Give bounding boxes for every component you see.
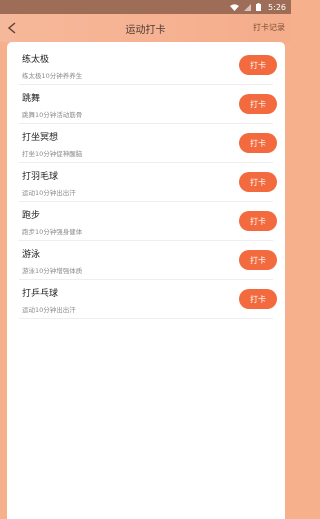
item-title: 打羽毛球 [22,172,59,182]
item-title: 跑步 [22,211,41,221]
checkin-button[interactable]: 打卡 [239,94,277,114]
checkin-button[interactable]: 打卡 [239,133,277,153]
status-icons: 5:26 [230,3,286,12]
item-title: 跳舞 [22,94,41,104]
status-time: 5:26 [268,2,286,12]
item-description: 运动10分钟出出汗 [22,189,76,197]
exercise-list-card: 练太极 练太极10分钟养养生 打卡 跳舞 跳舞10分钟活动筋骨 打卡 打坐冥想 … [7,42,285,519]
battery-icon [256,3,262,11]
chevron-left-icon [7,22,16,34]
list-item-swimming: 游泳 游泳10分钟增强体质 打卡 [7,241,285,280]
checkin-record-link[interactable]: 打卡记录 [253,22,285,33]
item-description: 打坐10分钟促神醒脑 [22,150,83,158]
list-item-taichi: 练太极 练太极10分钟养养生 打卡 [7,46,285,85]
item-description: 游泳10分钟增强体质 [22,267,83,275]
list-item-running: 跑步 跑步10分钟强身健体 打卡 [7,202,285,241]
item-title: 打坐冥想 [22,133,59,143]
divider [19,318,273,319]
item-description: 跑步10分钟强身健体 [22,228,83,236]
page-title: 运动打卡 [125,24,166,36]
item-description: 运动10分钟出出汗 [22,306,76,314]
list-item-dance: 跳舞 跳舞10分钟活动筋骨 打卡 [7,85,285,124]
status-bar: 5:26 [0,0,291,14]
checkin-button[interactable]: 打卡 [239,55,277,75]
checkin-button[interactable]: 打卡 [239,289,277,309]
item-description: 练太极10分钟养养生 [22,72,83,80]
item-title: 打乒乓球 [22,289,59,299]
checkin-button[interactable]: 打卡 [239,172,277,192]
signal-icon [244,3,252,11]
wifi-icon [230,3,240,11]
list-item-table-tennis: 打乒乓球 运动10分钟出出汗 打卡 [7,280,285,319]
item-title: 练太极 [22,55,50,65]
checkin-button[interactable]: 打卡 [239,211,277,231]
list-item-badminton: 打羽毛球 运动10分钟出出汗 打卡 [7,163,285,202]
header-bar: 运动打卡 打卡记录 [0,14,291,42]
back-button[interactable] [3,19,21,37]
checkin-button[interactable]: 打卡 [239,250,277,270]
list-item-meditation: 打坐冥想 打坐10分钟促神醒脑 打卡 [7,124,285,163]
item-title: 游泳 [22,250,41,260]
item-description: 跳舞10分钟活动筋骨 [22,111,83,119]
